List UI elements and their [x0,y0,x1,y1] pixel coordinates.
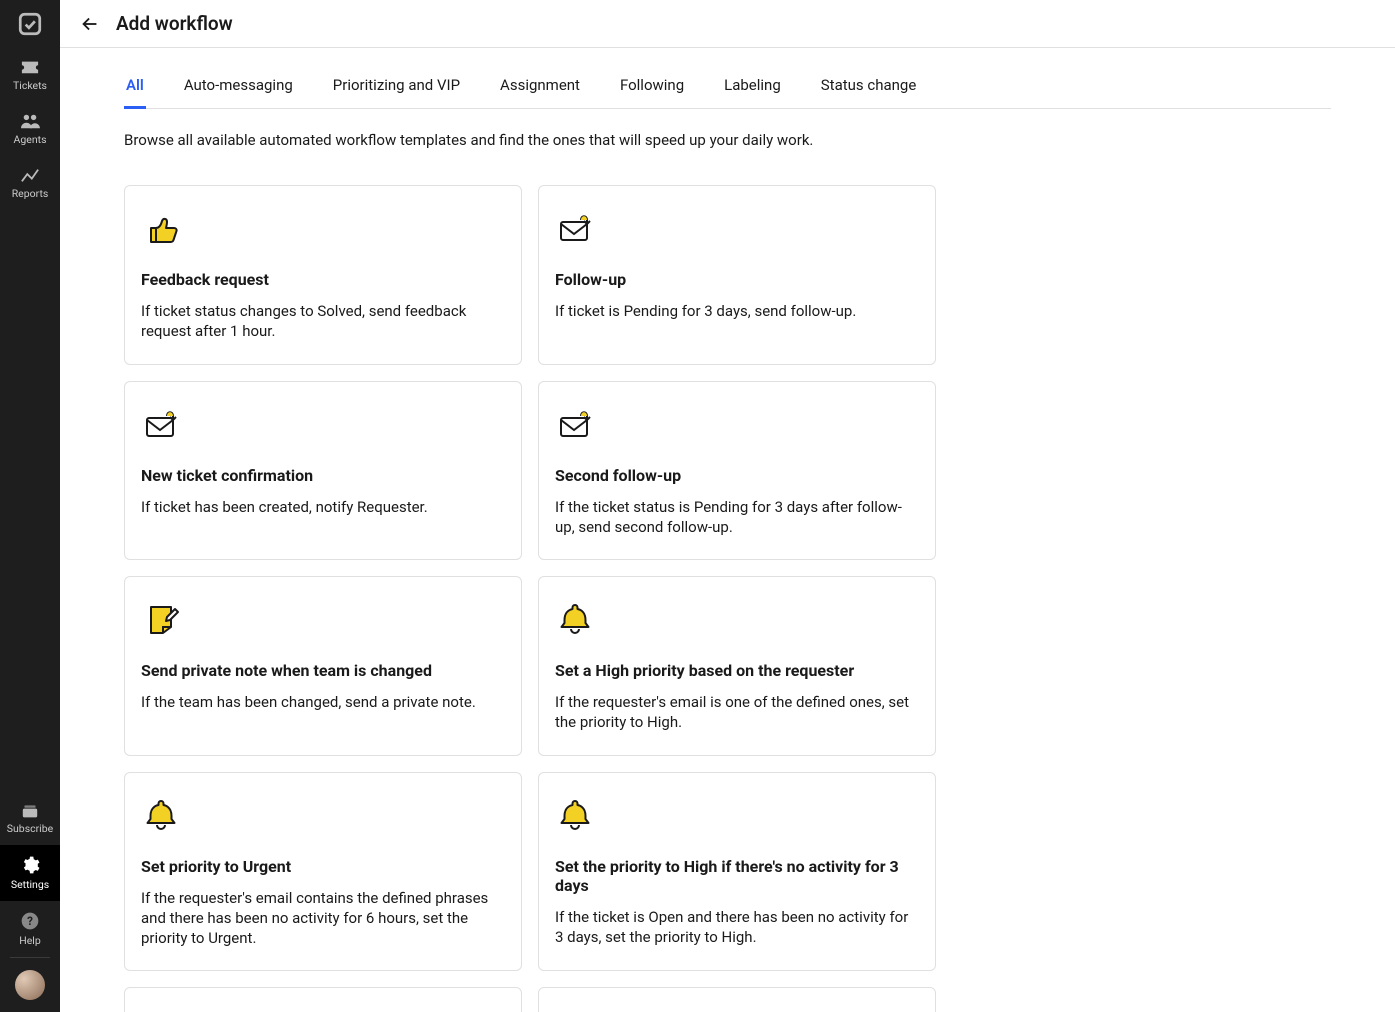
card-feedback-request[interactable]: Feedback request If ticket status change… [124,185,522,365]
card-title: Follow-up [555,270,919,289]
mail-reply-icon [555,402,919,446]
tickets-icon [19,58,41,76]
tab-labeling[interactable]: Labeling [722,62,783,108]
help-icon: ? [20,911,40,931]
avatar[interactable] [15,970,45,1000]
card-title: Set a High priority based on the request… [555,661,919,680]
card-desc: If the ticket is Open and there has been… [555,907,919,948]
card-send-private-note[interactable]: Send private note when team is changed I… [124,576,522,756]
sidebar-item-tickets[interactable]: Tickets [0,48,60,102]
card-title: Set priority to Urgent [141,857,505,876]
card-title: Set the priority to High if there's no a… [555,857,919,895]
mail-reply-icon [555,206,919,250]
intro-text: Browse all available automated workflow … [124,131,1331,149]
card-ticket-escalation[interactable]: Ticket escalation [124,987,522,1012]
sidebar-item-subscribe[interactable]: Subscribe [0,793,60,845]
sidebar: Tickets Agents Reports Subscribe Setting… [0,0,60,1012]
sidebar-item-label: Agents [14,133,47,146]
header: Add workflow [60,0,1395,48]
tab-prioritizing-vip[interactable]: Prioritizing and VIP [331,62,462,108]
page-title: Add workflow [116,12,233,35]
card-desc: If the ticket status is Pending for 3 da… [555,497,919,538]
card-private-support-assignment[interactable]: Private support - set ticket assignment … [538,987,936,1012]
card-desc: If ticket is Pending for 3 days, send fo… [555,301,919,321]
logo-icon [0,0,60,48]
card-desc: If the requester's email is one of the d… [555,692,919,733]
bell-icon [141,1008,505,1012]
svg-text:?: ? [27,914,33,928]
bell-icon [555,793,919,837]
sidebar-item-agents[interactable]: Agents [0,102,60,156]
note-icon [141,597,505,641]
card-title: Send private note when team is changed [141,661,505,680]
tab-following[interactable]: Following [618,62,686,108]
card-desc: If the team has been changed, send a pri… [141,692,505,712]
sidebar-item-reports[interactable]: Reports [0,156,60,210]
card-desc: If the requester's email contains the de… [141,888,505,949]
bell-icon [141,793,505,837]
content: All Auto-messaging Prioritizing and VIP … [60,48,1395,1012]
thumbs-up-icon [141,206,505,250]
card-follow-up[interactable]: Follow-up If ticket is Pending for 3 day… [538,185,936,365]
sidebar-item-label: Help [19,934,41,947]
sidebar-item-label: Settings [11,878,49,891]
card-title: Second follow-up [555,466,919,485]
card-title: New ticket confirmation [141,466,505,485]
card-second-follow-up[interactable]: Second follow-up If the ticket status is… [538,381,936,561]
sidebar-item-label: Tickets [13,79,47,92]
card-desc: If ticket status changes to Solved, send… [141,301,505,342]
sidebar-item-help[interactable]: ? Help [0,901,60,957]
card-set-priority-urgent[interactable]: Set priority to Urgent If the requester'… [124,772,522,972]
mail-reply-icon [141,402,505,446]
gear-icon [20,855,40,875]
tab-status-change[interactable]: Status change [819,62,919,108]
workflow-grid: Feedback request If ticket status change… [124,185,1331,1012]
divider [10,957,50,958]
tab-assignment[interactable]: Assignment [498,62,582,108]
card-desc: If ticket has been created, notify Reque… [141,497,505,517]
card-new-ticket-confirmation[interactable]: New ticket confirmation If ticket has be… [124,381,522,561]
subscribe-icon [20,803,40,819]
sidebar-item-settings[interactable]: Settings [0,845,60,901]
tab-auto-messaging[interactable]: Auto-messaging [182,62,295,108]
person-check-icon [555,1008,919,1012]
card-set-high-no-activity[interactable]: Set the priority to High if there's no a… [538,772,936,972]
tabs: All Auto-messaging Prioritizing and VIP … [124,62,1331,109]
arrow-left-icon [79,13,101,35]
card-set-high-priority-requester[interactable]: Set a High priority based on the request… [538,576,936,756]
bell-icon [555,597,919,641]
sidebar-item-label: Subscribe [7,822,53,835]
agents-icon [19,112,41,130]
reports-icon [19,166,41,184]
main: Add workflow All Auto-messaging Prioriti… [60,0,1395,1012]
card-title: Feedback request [141,270,505,289]
sidebar-item-label: Reports [12,187,49,200]
back-button[interactable] [76,10,104,38]
tab-all[interactable]: All [124,62,146,108]
